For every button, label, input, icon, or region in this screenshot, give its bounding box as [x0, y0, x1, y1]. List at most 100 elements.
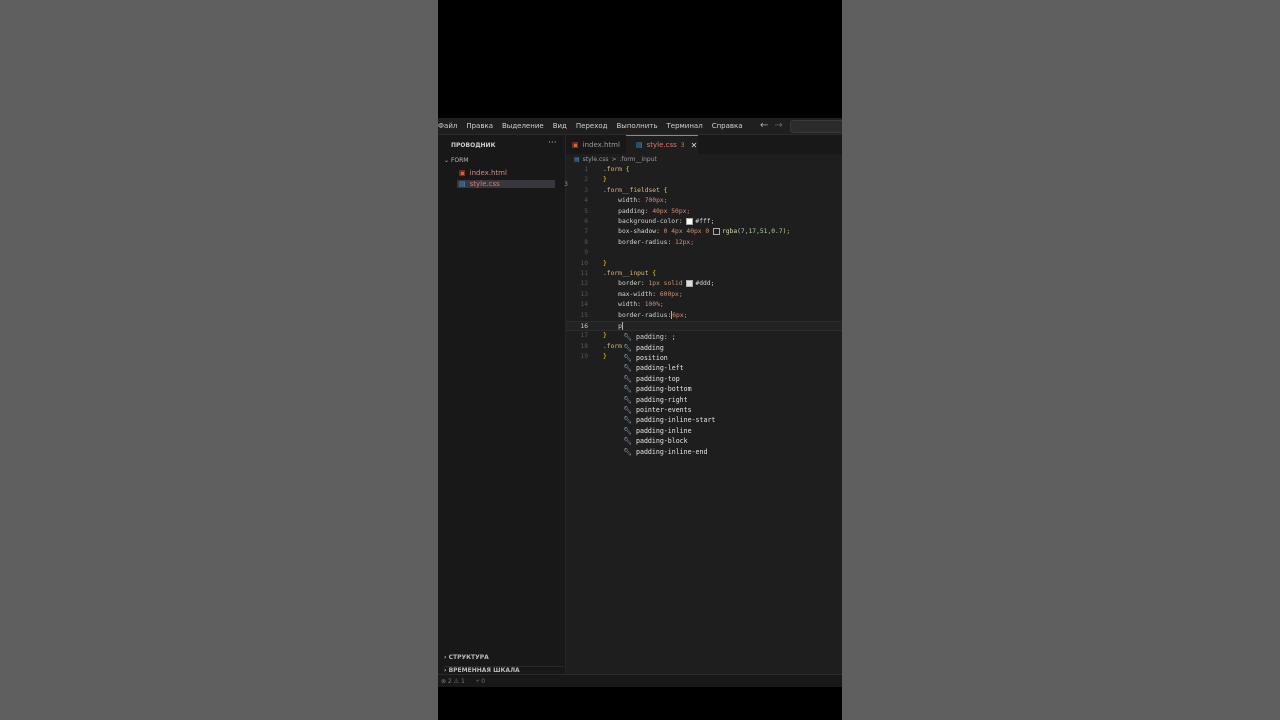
- css-selector: .form: [603, 342, 622, 350]
- suggestion-label: padding: [636, 343, 664, 352]
- code-line: 13 max-width: 600px;: [566, 290, 842, 300]
- tab-style-css[interactable]: ▤ style.css 3 ✕: [626, 135, 698, 154]
- suggestion-item[interactable]: 🔧︎ padding-block: [622, 436, 842, 446]
- code-line: 1 .form {: [566, 165, 842, 175]
- brace: }: [603, 176, 607, 184]
- line-number: 13: [580, 290, 588, 298]
- wrench-icon: 🔧︎: [623, 353, 632, 362]
- menu-go[interactable]: Переход: [576, 122, 608, 130]
- tab-label: style.css: [646, 141, 677, 149]
- ports-status[interactable]: ⑂ 0: [476, 678, 485, 685]
- section-outline[interactable]: › СТРУКТУРА: [444, 654, 489, 661]
- css-value: 100%;: [644, 301, 664, 309]
- wrench-icon: 🔧︎: [623, 437, 632, 446]
- brace: {: [663, 186, 668, 194]
- css-property: box-shadow:: [618, 228, 660, 236]
- brace: }: [603, 353, 607, 361]
- menu-view[interactable]: Вид: [553, 122, 567, 130]
- css-selector: .form__fieldset: [603, 186, 660, 194]
- css3-icon: ▤: [636, 141, 643, 149]
- wrench-icon: 🔧︎: [623, 385, 632, 394]
- wrench-icon: 🔧︎: [623, 343, 632, 352]
- video-frame: Файл Правка Выделение Вид Переход Выполн…: [438, 0, 842, 720]
- suggestion-item[interactable]: 🔧︎ pointer-events: [622, 405, 842, 415]
- suggestion-label: padding-inline-start: [636, 416, 716, 425]
- code-line: 15 border-radius:6px;: [566, 310, 842, 321]
- forward-arrow-icon[interactable]: →: [774, 120, 788, 131]
- code-line-active: 16 p: [566, 321, 842, 331]
- code-line: 10}: [566, 259, 842, 269]
- code-line: 5 padding: 40px 50px;: [566, 207, 842, 217]
- suggestion-label: padding-block: [636, 437, 688, 446]
- wrench-icon: 🔧︎: [623, 426, 632, 435]
- code-line: 2}: [566, 175, 842, 185]
- suggestion-item[interactable]: 🔧︎ position: [622, 353, 842, 363]
- line-number: 17: [580, 332, 588, 340]
- css-property: max-width:: [618, 290, 657, 298]
- suggestion-item[interactable]: 🔧︎ padding-inline: [622, 426, 842, 436]
- code-line: 7 box-shadow: 0 4px 40px 0 rgba(7,17,51,…: [566, 227, 842, 237]
- suggestion-item[interactable]: 🔧︎ padding-right: [622, 394, 842, 404]
- text-cursor: [621, 322, 623, 330]
- code-line: 14 width: 100%;: [566, 300, 842, 310]
- color-swatch-rgba[interactable]: [712, 227, 720, 235]
- command-center-search[interactable]: [790, 120, 842, 133]
- close-icon[interactable]: ✕: [691, 141, 698, 150]
- suggestion-item[interactable]: 🔧︎ padding-top: [622, 374, 842, 384]
- suggestion-item[interactable]: 🔧︎ padding-left: [622, 363, 842, 373]
- css3-icon: ▤: [574, 156, 580, 163]
- menu-terminal[interactable]: Терминал: [666, 122, 702, 130]
- suggestion-item[interactable]: 🔧︎ padding-inline-start: [622, 415, 842, 425]
- menu-selection[interactable]: Выделение: [502, 122, 544, 130]
- line-number: 19: [580, 353, 588, 361]
- breadcrumb-file[interactable]: style.css: [583, 156, 609, 163]
- wrench-icon: 🔧︎: [623, 395, 632, 404]
- suggestion-label: padding-inline-end: [636, 447, 708, 456]
- wrench-icon: 🔧︎: [623, 447, 632, 456]
- tab-label: index.html: [582, 140, 620, 149]
- more-actions-icon[interactable]: ···: [548, 138, 557, 148]
- css-value: #ddd;: [695, 280, 715, 288]
- brace: }: [603, 259, 607, 267]
- line-number: 11: [580, 270, 588, 277]
- line-number: 15: [580, 311, 588, 319]
- tab-index-html[interactable]: ▣ index.html: [572, 135, 620, 154]
- breadcrumb-separator: >: [611, 156, 617, 163]
- file-index-html[interactable]: ▣ index.html: [459, 169, 507, 177]
- code-line: 4 width: 700px;: [566, 196, 842, 206]
- suggestion-label: padding-bottom: [636, 385, 692, 394]
- code-line: 8 border-radius: 12px;: [566, 238, 842, 248]
- menu-help[interactable]: Справка: [712, 122, 743, 130]
- back-arrow-icon[interactable]: ←: [760, 120, 774, 131]
- suggestion-item[interactable]: 🔧︎ padding: [622, 342, 842, 352]
- menu-file[interactable]: Файл: [438, 122, 457, 130]
- menu-edit[interactable]: Правка: [466, 122, 493, 130]
- problems-status[interactable]: ⊗ 2 ⚠ 1: [441, 678, 465, 685]
- color-swatch-white[interactable]: [686, 217, 694, 225]
- line-number: 6: [584, 218, 588, 225]
- css-value: 6px;: [672, 311, 688, 319]
- line-number: 10: [580, 259, 588, 267]
- suggestion-label: padding-inline: [636, 426, 692, 435]
- breadcrumb: ▤ style.css > .form__input: [574, 156, 657, 163]
- breadcrumb-symbol[interactable]: .form__input: [620, 156, 657, 163]
- line-number: 12: [580, 280, 588, 288]
- wrench-icon: 🔧︎: [623, 333, 632, 342]
- suggestion-item[interactable]: 🔧︎ padding: ;: [622, 332, 842, 342]
- vscode-window: Файл Правка Выделение Вид Переход Выполн…: [438, 118, 842, 687]
- suggestion-item[interactable]: 🔧︎ padding-bottom: [622, 384, 842, 394]
- css3-icon: ▤: [459, 180, 466, 188]
- suggestion-label: padding: ;: [636, 333, 676, 342]
- html5-icon: ▣: [459, 169, 466, 177]
- menu-run[interactable]: Выполнить: [616, 122, 657, 130]
- suggestion-item[interactable]: 🔧︎ padding-inline-end: [622, 446, 842, 456]
- folder-form[interactable]: ⌄ FORM: [444, 157, 468, 164]
- wrench-icon: 🔧︎: [623, 405, 632, 414]
- status-bar: ⊗ 2 ⚠ 1 ⑂ 0: [438, 674, 842, 687]
- color-swatch-ddd[interactable]: [686, 279, 694, 287]
- css-property: width:: [618, 301, 641, 309]
- suggestion-label: pointer-events: [636, 405, 692, 414]
- section-timeline[interactable]: › ВРЕМЕННАЯ ШКАЛА: [444, 666, 564, 674]
- css-value: 1px solid: [648, 280, 683, 288]
- file-style-css[interactable]: ▤ style.css 3: [457, 180, 568, 188]
